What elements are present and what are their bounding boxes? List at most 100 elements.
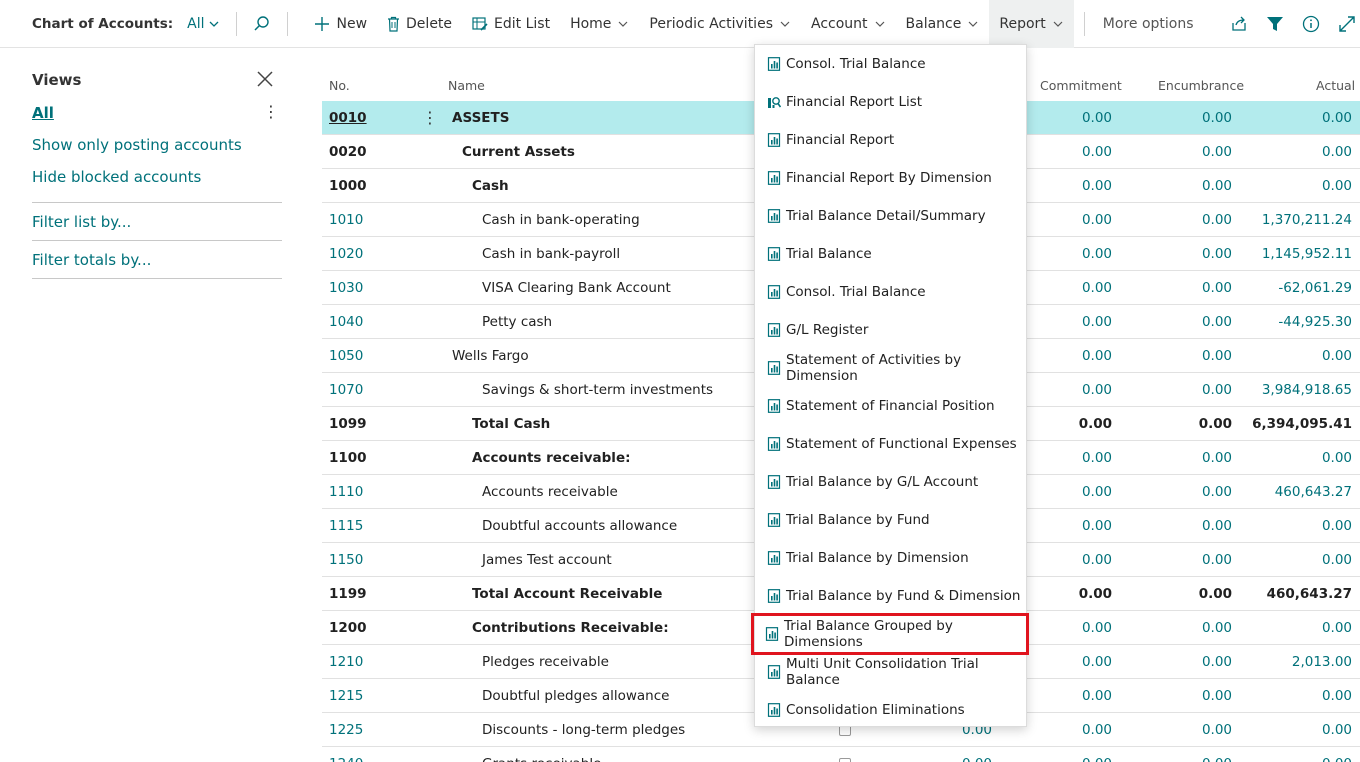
actual-cell[interactable]: 0.00	[1232, 135, 1352, 169]
report-menu-item[interactable]: Trial Balance by Dimension	[755, 539, 1026, 577]
actual-cell[interactable]: 460,643.27	[1232, 475, 1352, 509]
report-menu-item[interactable]: Statement of Functional Expenses	[755, 425, 1026, 463]
balance-menu-button[interactable]: Balance	[896, 0, 990, 48]
actual-cell[interactable]: 0.00	[1232, 441, 1352, 475]
account-no-cell[interactable]: 1000	[329, 169, 367, 203]
report-menu-item[interactable]: Consol. Trial Balance	[755, 45, 1026, 83]
report-menu-item[interactable]: Statement of Financial Position	[755, 387, 1026, 425]
account-no-cell[interactable]: 1070	[329, 373, 363, 407]
home-menu-button[interactable]: Home	[560, 0, 639, 48]
actual-cell[interactable]: -62,061.29	[1232, 271, 1352, 305]
encumbrance-cell[interactable]: 0.00	[1112, 679, 1232, 713]
actual-cell[interactable]: 1,370,211.24	[1232, 203, 1352, 237]
edit-list-button[interactable]: Edit List	[462, 0, 560, 48]
report-menu-item[interactable]: Multi Unit Consolidation Trial Balance	[755, 653, 1026, 691]
delete-button[interactable]: Delete	[377, 0, 462, 48]
view-filter-dropdown[interactable]: All	[187, 16, 220, 32]
account-no-cell[interactable]: 1115	[329, 509, 363, 543]
encumbrance-cell[interactable]: 0.00	[1112, 645, 1232, 679]
column-header-commitment[interactable]: Commitment	[1040, 78, 1122, 93]
actual-cell[interactable]: 0.00	[1232, 679, 1352, 713]
filter-list-by-link[interactable]: Filter list by...	[32, 213, 131, 231]
account-no-cell[interactable]: 0020	[329, 135, 367, 169]
row-actions-icon[interactable]: ⋮	[422, 101, 438, 135]
account-no-cell[interactable]: 1010	[329, 203, 363, 237]
expand-icon[interactable]	[1338, 15, 1356, 33]
row-checkbox[interactable]	[839, 758, 851, 762]
encumbrance-cell[interactable]: 0.00	[1112, 237, 1232, 271]
account-no-cell[interactable]: 1040	[329, 305, 363, 339]
encumbrance-cell[interactable]: 0.00	[1112, 101, 1232, 135]
balance-cell[interactable]: 0.00	[922, 747, 992, 762]
account-no-cell[interactable]: 1225	[329, 713, 363, 747]
actual-cell[interactable]: 0.00	[1232, 169, 1352, 203]
report-menu-item[interactable]: Financial Report By Dimension	[755, 159, 1026, 197]
encumbrance-cell[interactable]: 0.00	[1112, 135, 1232, 169]
account-no-cell[interactable]: 1100	[329, 441, 367, 475]
report-menu-item[interactable]: Trial Balance Grouped by Dimensions	[751, 613, 1029, 655]
account-no-cell[interactable]: 0010	[329, 101, 367, 135]
encumbrance-cell[interactable]: 0.00	[1112, 339, 1232, 373]
actual-cell[interactable]: 0.00	[1232, 543, 1352, 577]
account-no-cell[interactable]: 1215	[329, 679, 363, 713]
actual-cell[interactable]: 6,394,095.41	[1232, 407, 1352, 441]
report-menu-item[interactable]: Trial Balance by G/L Account	[755, 463, 1026, 501]
close-icon[interactable]	[256, 70, 274, 88]
actual-cell[interactable]: 2,013.00	[1232, 645, 1352, 679]
account-no-cell[interactable]: 1050	[329, 339, 363, 373]
encumbrance-cell[interactable]: 0.00	[1112, 577, 1232, 611]
new-button[interactable]: New	[304, 0, 377, 48]
filter-totals-by-link[interactable]: Filter totals by...	[32, 251, 151, 269]
report-menu-item[interactable]: Financial Report List	[755, 83, 1026, 121]
encumbrance-cell[interactable]: 0.00	[1112, 475, 1232, 509]
account-no-cell[interactable]: 1150	[329, 543, 363, 577]
encumbrance-cell[interactable]: 0.00	[1112, 441, 1232, 475]
report-menu-item[interactable]: Trial Balance by Fund	[755, 501, 1026, 539]
commitment-cell[interactable]: 0.00	[992, 747, 1112, 762]
actual-cell[interactable]: 0.00	[1232, 747, 1352, 762]
more-options-button[interactable]: More options	[1103, 16, 1194, 32]
report-menu-item[interactable]: Financial Report	[755, 121, 1026, 159]
actual-cell[interactable]: 0.00	[1232, 611, 1352, 645]
encumbrance-cell[interactable]: 0.00	[1112, 305, 1232, 339]
actual-cell[interactable]: 0.00	[1232, 101, 1352, 135]
column-header-actual[interactable]: Actual	[1316, 78, 1355, 93]
filter-icon[interactable]	[1266, 15, 1284, 33]
account-menu-button[interactable]: Account	[801, 0, 896, 48]
view-show-posting-accounts[interactable]: Show only posting accounts	[32, 136, 242, 154]
encumbrance-cell[interactable]: 0.00	[1112, 271, 1232, 305]
actual-cell[interactable]: 0.00	[1232, 509, 1352, 543]
report-menu-item[interactable]: Consolidation Eliminations	[755, 691, 1026, 729]
report-menu-item[interactable]: Statement of Activities by Dimension	[755, 349, 1026, 387]
actual-cell[interactable]: 0.00	[1232, 713, 1352, 747]
view-options-icon[interactable]: ⋮	[263, 104, 279, 120]
column-header-name[interactable]: Name	[448, 78, 485, 93]
view-all-link[interactable]: All	[32, 104, 54, 122]
account-no-cell[interactable]: 1099	[329, 407, 367, 441]
actual-cell[interactable]: 460,643.27	[1232, 577, 1352, 611]
account-no-cell[interactable]: 1199	[329, 577, 367, 611]
column-header-no[interactable]: No.	[329, 78, 350, 93]
view-hide-blocked-accounts[interactable]: Hide blocked accounts	[32, 168, 201, 186]
actual-cell[interactable]: -44,925.30	[1232, 305, 1352, 339]
account-no-cell[interactable]: 1240	[329, 747, 363, 762]
report-menu-item[interactable]: Trial Balance	[755, 235, 1026, 273]
encumbrance-cell[interactable]: 0.00	[1112, 713, 1232, 747]
account-no-cell[interactable]: 1200	[329, 611, 367, 645]
info-icon[interactable]	[1302, 15, 1320, 33]
report-menu-item[interactable]: Trial Balance by Fund & Dimension	[755, 577, 1026, 615]
encumbrance-cell[interactable]: 0.00	[1112, 509, 1232, 543]
report-menu-item[interactable]: Trial Balance Detail/Summary	[755, 197, 1026, 235]
table-row[interactable]: 1240Grants receivable0.000.000.000.00	[322, 747, 1360, 762]
periodic-activities-menu-button[interactable]: Periodic Activities	[639, 0, 801, 48]
actual-cell[interactable]: 3,984,918.65	[1232, 373, 1352, 407]
account-no-cell[interactable]: 1210	[329, 645, 363, 679]
column-header-encumbrance[interactable]: Encumbrance	[1158, 78, 1244, 93]
encumbrance-cell[interactable]: 0.00	[1112, 203, 1232, 237]
report-menu-item[interactable]: G/L Register	[755, 311, 1026, 349]
report-menu-item[interactable]: Consol. Trial Balance	[755, 273, 1026, 311]
search-button[interactable]	[253, 15, 271, 33]
encumbrance-cell[interactable]: 0.00	[1112, 543, 1232, 577]
account-no-cell[interactable]: 1030	[329, 271, 363, 305]
encumbrance-cell[interactable]: 0.00	[1112, 611, 1232, 645]
